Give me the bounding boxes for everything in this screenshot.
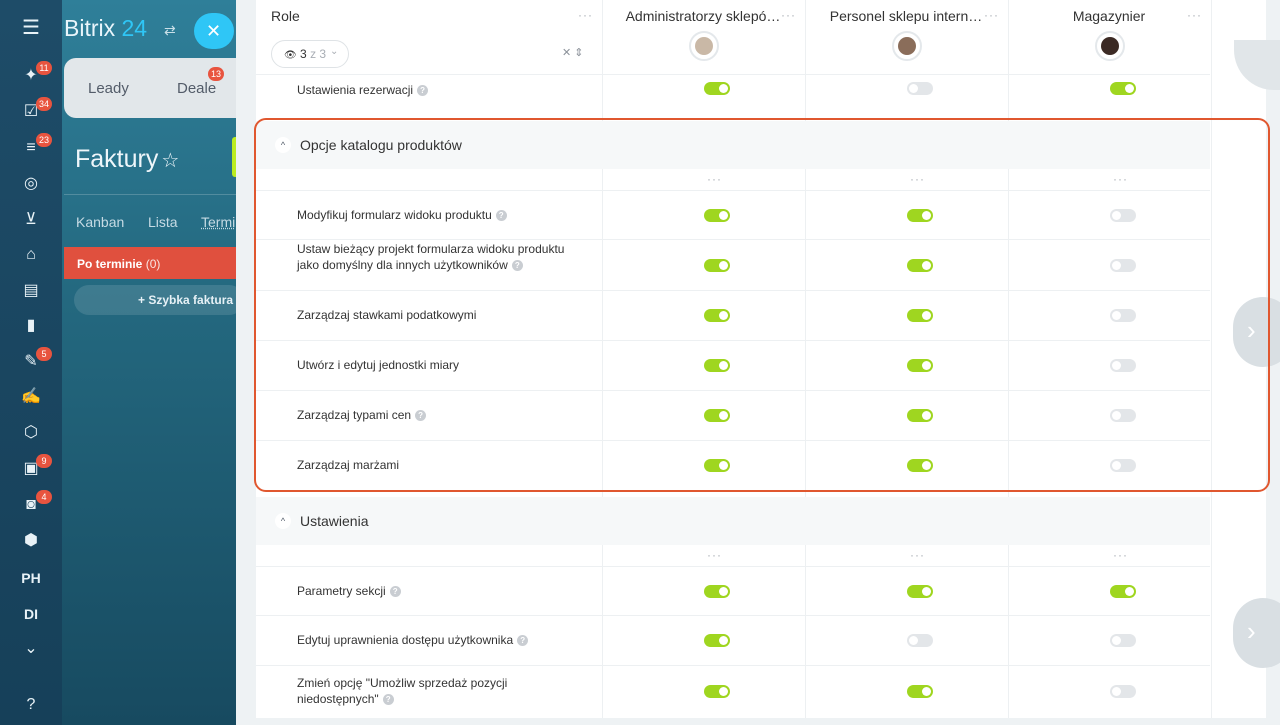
crm-tabs: Leady Deale 13 — [64, 58, 236, 118]
scroll-right-button-lower[interactable]: › — [1233, 598, 1280, 668]
visible-roles-filter[interactable]: 👁 3 z 3 ⌄ — [271, 40, 349, 68]
eye-icon: 👁 — [284, 50, 297, 61]
column-more-icon[interactable]: ··· — [781, 9, 796, 21]
permission-toggle-on[interactable] — [704, 685, 730, 698]
permission-toggle-on[interactable] — [704, 634, 730, 647]
role-header-label: Role — [271, 8, 300, 24]
tab-deals[interactable]: Deale — [177, 80, 216, 97]
collapse-icon[interactable]: ^ — [275, 513, 291, 529]
notification-badge: 11 — [36, 61, 52, 75]
permission-toggle-on[interactable] — [704, 82, 730, 95]
chevron-down-icon: ⌄ — [330, 46, 339, 57]
section-header[interactable]: ^ Ustawienia — [256, 497, 1210, 545]
row-divider — [256, 665, 1210, 666]
tab-leads[interactable]: Leady — [88, 80, 129, 97]
notification-badge: 5 — [36, 347, 52, 361]
menu-icon[interactable]: ☰ — [21, 18, 41, 38]
role-more-icon[interactable]: ··· — [578, 9, 593, 21]
row-divider — [256, 566, 1210, 567]
logo[interactable]: Bitrix 24 ⇄ — [64, 15, 176, 42]
column-more-icon[interactable]: ··· — [1187, 9, 1202, 21]
bank-icon[interactable]: ⌂ — [21, 245, 41, 265]
help-icon[interactable]: ? — [517, 635, 529, 647]
row-divider — [256, 74, 1210, 75]
more-icon[interactable]: ⌄ — [21, 639, 41, 659]
permission-toggle-on[interactable] — [907, 685, 933, 698]
sign-icon[interactable]: ✍ — [21, 387, 41, 407]
section-column-more-icon[interactable]: ··· — [910, 549, 925, 561]
permission-toggle-on[interactable] — [907, 585, 933, 598]
help-icon[interactable]: ? — [389, 585, 401, 597]
left-rail: ☰ ✦ 11 ☑ 34 ≡ 23 ◎ ⊻ ⌂ ▤ ▮ ✎ 5 ✍ ⬡ ▣ 9 ◙ 4 ⬢ PH DI ⌄ ? — [0, 0, 62, 725]
collapse-expand-icon[interactable]: ✕ ⇕ — [562, 46, 584, 59]
permission-label: Ustawienia rezerwacji? — [297, 82, 567, 98]
notification-badge: 9 — [36, 454, 52, 468]
permission-toggle-on[interactable] — [1110, 585, 1136, 598]
chart-icon[interactable]: ▮ — [21, 316, 41, 336]
permission-label: Edytuj uprawnienia dostępu użytkownika? — [297, 632, 567, 648]
view-deadlines[interactable]: Termi — [201, 214, 235, 230]
page-title: Faktury ☆ — [75, 145, 180, 173]
avatar — [1095, 31, 1125, 61]
permission-toggle-on[interactable] — [1110, 82, 1136, 95]
box-icon[interactable]: ⬢ — [21, 531, 41, 551]
help-icon[interactable]: ? — [417, 85, 429, 97]
notification-badge: 4 — [36, 490, 52, 504]
star-icon[interactable]: ☆ — [161, 150, 179, 172]
section-column-more-icon[interactable]: ··· — [1113, 549, 1128, 561]
view-kanban[interactable]: Kanban — [76, 214, 124, 230]
target-icon[interactable]: ◎ — [21, 174, 41, 194]
permission-label: Parametry sekcji? — [297, 583, 567, 599]
permission-label: Zmień opcję "Umożliw sprzedaż pozycji ni… — [297, 676, 508, 706]
quick-invoice-button[interactable]: + Szybka faktura — [74, 285, 236, 315]
role-column-staff[interactable]: Personel sklepu intern… — [805, 8, 1007, 24]
highlight-frame — [254, 118, 1270, 492]
close-slider-button[interactable]: ✕ — [194, 13, 234, 49]
column-more-icon[interactable]: ··· — [984, 9, 999, 21]
row-divider — [256, 615, 1210, 616]
clipboard-icon[interactable]: ▤ — [21, 281, 41, 301]
avatar — [689, 31, 719, 61]
hexagon-icon[interactable]: ⬡ — [21, 423, 41, 443]
swap-icon[interactable]: ⇄ — [164, 22, 176, 39]
role-column-admins[interactable]: Administratorzy sklepó… — [602, 8, 804, 24]
role-column-warehouse[interactable]: Magazynier — [1008, 8, 1210, 24]
rail-app-ph[interactable]: PH — [0, 570, 62, 586]
divider — [64, 194, 236, 195]
permissions-slider: Role ··· 👁 3 z 3 ⌄ ✕ ⇕ Administratorzy s… — [236, 0, 1280, 725]
crm-background-page: Bitrix 24 ⇄ ✕ Leady Deale 13 Faktury ☆ Ka… — [62, 0, 236, 725]
cart-icon[interactable]: ⊻ — [21, 210, 41, 230]
permission-toggle-off[interactable] — [1110, 634, 1136, 647]
permission-toggle-off[interactable] — [907, 634, 933, 647]
notification-badge: 34 — [36, 97, 53, 111]
notification-badge: 23 — [36, 133, 53, 147]
permission-toggle-off[interactable] — [1110, 685, 1136, 698]
deals-badge: 13 — [208, 67, 225, 81]
permission-toggle-on[interactable] — [704, 585, 730, 598]
section-column-more-icon[interactable]: ··· — [707, 549, 722, 561]
view-list[interactable]: Lista — [148, 214, 178, 230]
help-icon[interactable]: ? — [382, 694, 394, 706]
section-title: Ustawienia — [300, 513, 369, 529]
avatar — [892, 31, 922, 61]
overdue-column-header: Po terminie (0) — [64, 247, 236, 279]
help-icon[interactable]: ? — [21, 695, 41, 715]
permission-toggle-off[interactable] — [907, 82, 933, 95]
rail-app-di[interactable]: DI — [0, 606, 62, 622]
